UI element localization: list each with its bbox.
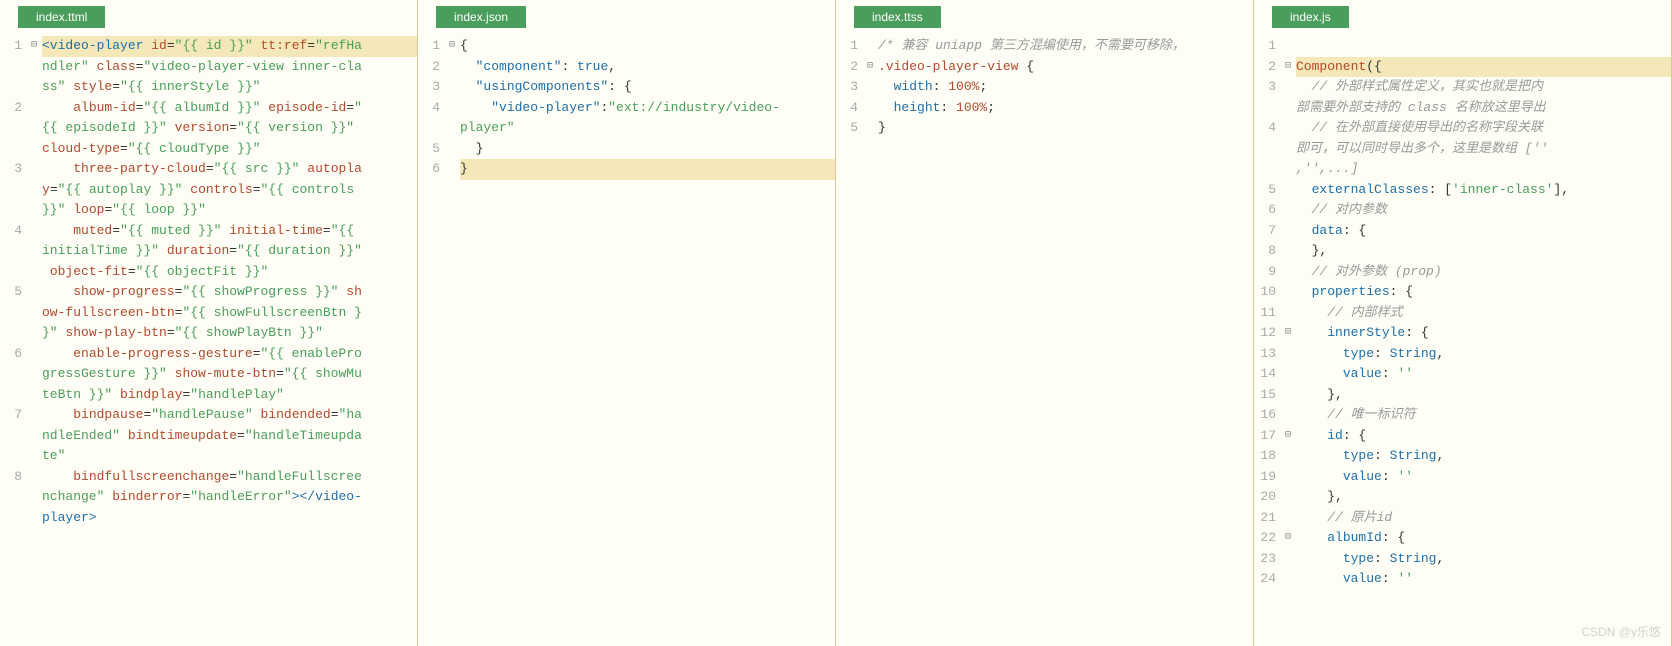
editor-js[interactable]: 123456789101112131415161718192021222324 … (1254, 36, 1671, 642)
code-line[interactable]: show-progress="{{ showProgress }}" sh (42, 282, 417, 303)
editor-ttml[interactable]: 12345678 ⊟ <video-player id="{{ id }}" t… (0, 36, 417, 642)
code-line[interactable] (1296, 36, 1671, 57)
code-line[interactable]: bindpause="handlePause" bindended="ha (42, 405, 417, 426)
code-line[interactable]: }, (1296, 241, 1671, 262)
code-line[interactable]: "video-player":"ext://industry/video- (460, 98, 835, 119)
code-line[interactable]: te" (42, 446, 417, 467)
code-line[interactable]: }" show-play-btn="{{ showPlayBtn }}" (42, 323, 417, 344)
code-ttml[interactable]: <video-player id="{{ id }}" tt:ref="refH… (40, 36, 417, 642)
code-line[interactable]: type: String, (1296, 549, 1671, 570)
code-line[interactable]: ndleEnded" bindtimeupdate="handleTimeupd… (42, 426, 417, 447)
code-line[interactable]: id: { (1296, 426, 1671, 447)
gutter-js: 123456789101112131415161718192021222324 (1254, 36, 1282, 642)
code-line[interactable]: // 唯一标识符 (1296, 405, 1671, 426)
code-line[interactable]: 即可，可以同时导出多个，这里是数组 ['' (1296, 139, 1671, 160)
code-line[interactable]: teBtn }}" bindplay="handlePlay" (42, 385, 417, 406)
editor-pane-js: index.js 1234567891011121314151617181920… (1254, 0, 1672, 646)
code-json[interactable]: { "component": true, "usingComponents": … (458, 36, 835, 642)
code-line[interactable]: // 对内参数 (1296, 200, 1671, 221)
gutter-ttml: 12345678 (0, 36, 28, 642)
editor-pane-json: index.json 123456 ⊟ { "component": true,… (418, 0, 836, 646)
code-line[interactable]: } (460, 159, 835, 180)
code-js[interactable]: Component({ // 外部样式属性定义，其实也就是把内部需要外部支持的 … (1294, 36, 1671, 642)
code-line[interactable]: ,'',...] (1296, 159, 1671, 180)
code-line[interactable]: type: String, (1296, 344, 1671, 365)
code-line[interactable]: nchange" binderror="handleError"></video… (42, 487, 417, 508)
code-line[interactable]: externalClasses: ['inner-class'], (1296, 180, 1671, 201)
code-ttss[interactable]: /* 兼容 uniapp 第三方混编使用，不需要可移除，.video-playe… (876, 36, 1253, 642)
code-line[interactable]: height: 100%; (878, 98, 1253, 119)
code-line[interactable]: value: '' (1296, 467, 1671, 488)
tab-ttml[interactable]: index.ttml (18, 6, 105, 28)
code-line[interactable]: // 内部样式 (1296, 303, 1671, 324)
code-line[interactable]: object-fit="{{ objectFit }}" (42, 262, 417, 283)
fold-ttss[interactable]: ⊟ (864, 36, 876, 642)
code-line[interactable]: } (460, 139, 835, 160)
code-line[interactable]: ow-fullscreen-btn="{{ showFullscreenBtn … (42, 303, 417, 324)
fold-ttml[interactable]: ⊟ (28, 36, 40, 642)
code-line[interactable]: three-party-cloud="{{ src }}" autopla (42, 159, 417, 180)
watermark: CSDN @y乐悠 (1581, 623, 1661, 640)
editor-ttss[interactable]: 12345 ⊟ /* 兼容 uniapp 第三方混编使用，不需要可移除，.vid… (836, 36, 1253, 642)
code-line[interactable]: data: { (1296, 221, 1671, 242)
tab-js[interactable]: index.js (1272, 6, 1349, 28)
code-line[interactable]: ndler" class="video-player-view inner-cl… (42, 57, 417, 78)
code-line[interactable]: value: '' (1296, 569, 1671, 590)
code-line[interactable]: width: 100%; (878, 77, 1253, 98)
code-line[interactable]: {{ episodeId }}" version="{{ version }}" (42, 118, 417, 139)
code-line[interactable]: properties: { (1296, 282, 1671, 303)
code-line[interactable]: y="{{ autoplay }}" controls="{{ controls (42, 180, 417, 201)
code-line[interactable]: value: '' (1296, 364, 1671, 385)
code-line[interactable]: { (460, 36, 835, 57)
code-line[interactable]: album-id="{{ albumId }}" episode-id=" (42, 98, 417, 119)
fold-json[interactable]: ⊟ (446, 36, 458, 642)
code-line[interactable]: initialTime }}" duration="{{ duration }}… (42, 241, 417, 262)
editor-pane-ttss: index.ttss 12345 ⊟ /* 兼容 uniapp 第三方混编使用，… (836, 0, 1254, 646)
tab-json[interactable]: index.json (436, 6, 526, 28)
code-line[interactable]: } (878, 118, 1253, 139)
fold-js[interactable]: ⊟⊟⊟⊟ (1282, 36, 1294, 642)
code-line[interactable]: gressGesture }}" show-mute-btn="{{ showM… (42, 364, 417, 385)
code-line[interactable]: player" (460, 118, 835, 139)
code-line[interactable]: cloud-type="{{ cloudType }}" (42, 139, 417, 160)
code-line[interactable]: bindfullscreenchange="handleFullscree (42, 467, 417, 488)
editor-json[interactable]: 123456 ⊟ { "component": true, "usingComp… (418, 36, 835, 642)
code-line[interactable]: }, (1296, 385, 1671, 406)
code-line[interactable]: /* 兼容 uniapp 第三方混编使用，不需要可移除， (878, 36, 1253, 57)
code-line[interactable]: type: String, (1296, 446, 1671, 467)
code-line[interactable]: // 在外部直接使用导出的名称字段关联 (1296, 118, 1671, 139)
code-line[interactable]: Component({ (1296, 57, 1671, 78)
code-line[interactable]: <video-player id="{{ id }}" tt:ref="refH… (42, 36, 417, 57)
code-line[interactable]: "component": true, (460, 57, 835, 78)
code-line[interactable]: }, (1296, 487, 1671, 508)
code-line[interactable]: // 外部样式属性定义，其实也就是把内 (1296, 77, 1671, 98)
gutter-json: 123456 (418, 36, 446, 642)
code-line[interactable]: // 对外参数 (prop) (1296, 262, 1671, 283)
code-line[interactable]: ss" style="{{ innerStyle }}" (42, 77, 417, 98)
tab-ttss[interactable]: index.ttss (854, 6, 941, 28)
gutter-ttss: 12345 (836, 36, 864, 642)
code-line[interactable]: player> (42, 508, 417, 529)
code-line[interactable]: innerStyle: { (1296, 323, 1671, 344)
code-line[interactable]: }}" loop="{{ loop }}" (42, 200, 417, 221)
editor-pane-ttml: index.ttml 12345678 ⊟ <video-player id="… (0, 0, 418, 646)
code-line[interactable]: enable-progress-gesture="{{ enablePro (42, 344, 417, 365)
code-line[interactable]: muted="{{ muted }}" initial-time="{{ (42, 221, 417, 242)
code-line[interactable]: 部需要外部支持的 class 名称放这里导出 (1296, 98, 1671, 119)
code-line[interactable]: "usingComponents": { (460, 77, 835, 98)
code-line[interactable]: .video-player-view { (878, 57, 1253, 78)
code-line[interactable]: // 原片id (1296, 508, 1671, 529)
code-line[interactable]: albumId: { (1296, 528, 1671, 549)
